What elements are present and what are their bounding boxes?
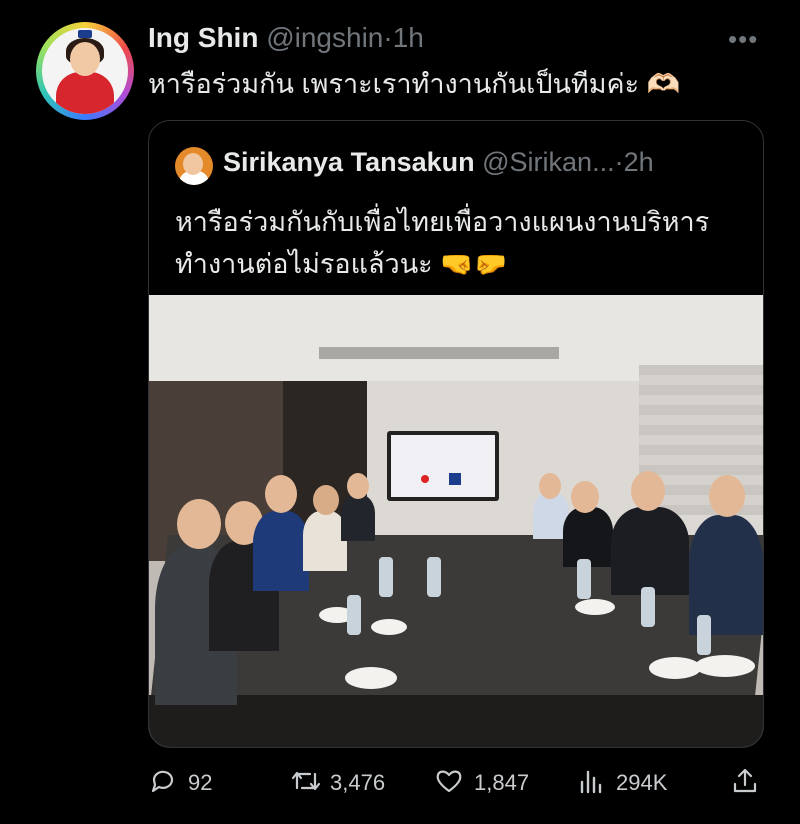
quote-text: หารือร่วมกันกับเพื่อไทยเพื่อวางแผนงานบริ… (175, 207, 710, 279)
water-bottle (697, 615, 711, 655)
quote-time[interactable]: 2h (624, 147, 654, 177)
views-count: 294K (616, 770, 668, 795)
person-head (347, 473, 369, 499)
water-bottle (347, 595, 361, 635)
water-bottle (577, 559, 591, 599)
person-head (265, 475, 297, 513)
views-chart-icon (580, 770, 602, 794)
like-count: 1,847 (474, 770, 530, 795)
author-avatar[interactable] (36, 22, 134, 120)
share-icon (733, 768, 757, 793)
retweet-icon (291, 771, 321, 791)
quote-author-handle[interactable]: @Sirikan... (482, 147, 614, 177)
water-bottle (427, 557, 441, 597)
header-separator: · (383, 22, 393, 53)
reply-count: 92 (188, 770, 213, 795)
plate (345, 667, 397, 689)
person-head (539, 473, 561, 499)
person (611, 507, 689, 595)
quote-author-avatar[interactable] (175, 147, 213, 185)
person (253, 511, 309, 591)
quoted-tweet[interactable]: Sirikanya Tansakun @Sirikan...·2h หารือร… (148, 120, 764, 748)
person-head (313, 485, 339, 515)
person (341, 495, 375, 541)
person-head (571, 481, 599, 513)
person-head (177, 499, 221, 549)
retweet-count: 3,476 (330, 770, 386, 795)
quote-separator: · (614, 147, 624, 177)
quote-author-name[interactable]: Sirikanya Tansakun (223, 147, 475, 177)
tweet-text: หารือร่วมกัน เพราะเราทำงานกันเป็นทีมค่ะ … (148, 69, 681, 99)
avatar-photo (42, 28, 128, 114)
meeting-photo[interactable] (149, 295, 763, 747)
presentation-screen (387, 431, 499, 501)
person (563, 507, 613, 567)
heart-icon (436, 770, 462, 793)
reply-icon (151, 770, 174, 793)
tweet-time[interactable]: 1h (393, 22, 424, 53)
water-bottle (379, 557, 393, 597)
plate (575, 599, 615, 615)
plate (695, 655, 755, 677)
water-bottle (641, 587, 655, 627)
author-handle[interactable]: @ingshin (266, 22, 383, 53)
tweet-actions: 92 3,476 1,847 294K (0, 758, 800, 802)
person-head (631, 471, 665, 511)
plate (371, 619, 407, 635)
person-head (709, 475, 745, 517)
plate (649, 657, 701, 679)
tweet-header: Ing Shin @ingshin·1h (148, 22, 424, 54)
quote-header: Sirikanya Tansakun @Sirikan...·2h (223, 147, 654, 178)
more-dots-icon[interactable]: ••• (728, 24, 758, 55)
author-name[interactable]: Ing Shin (148, 22, 258, 53)
